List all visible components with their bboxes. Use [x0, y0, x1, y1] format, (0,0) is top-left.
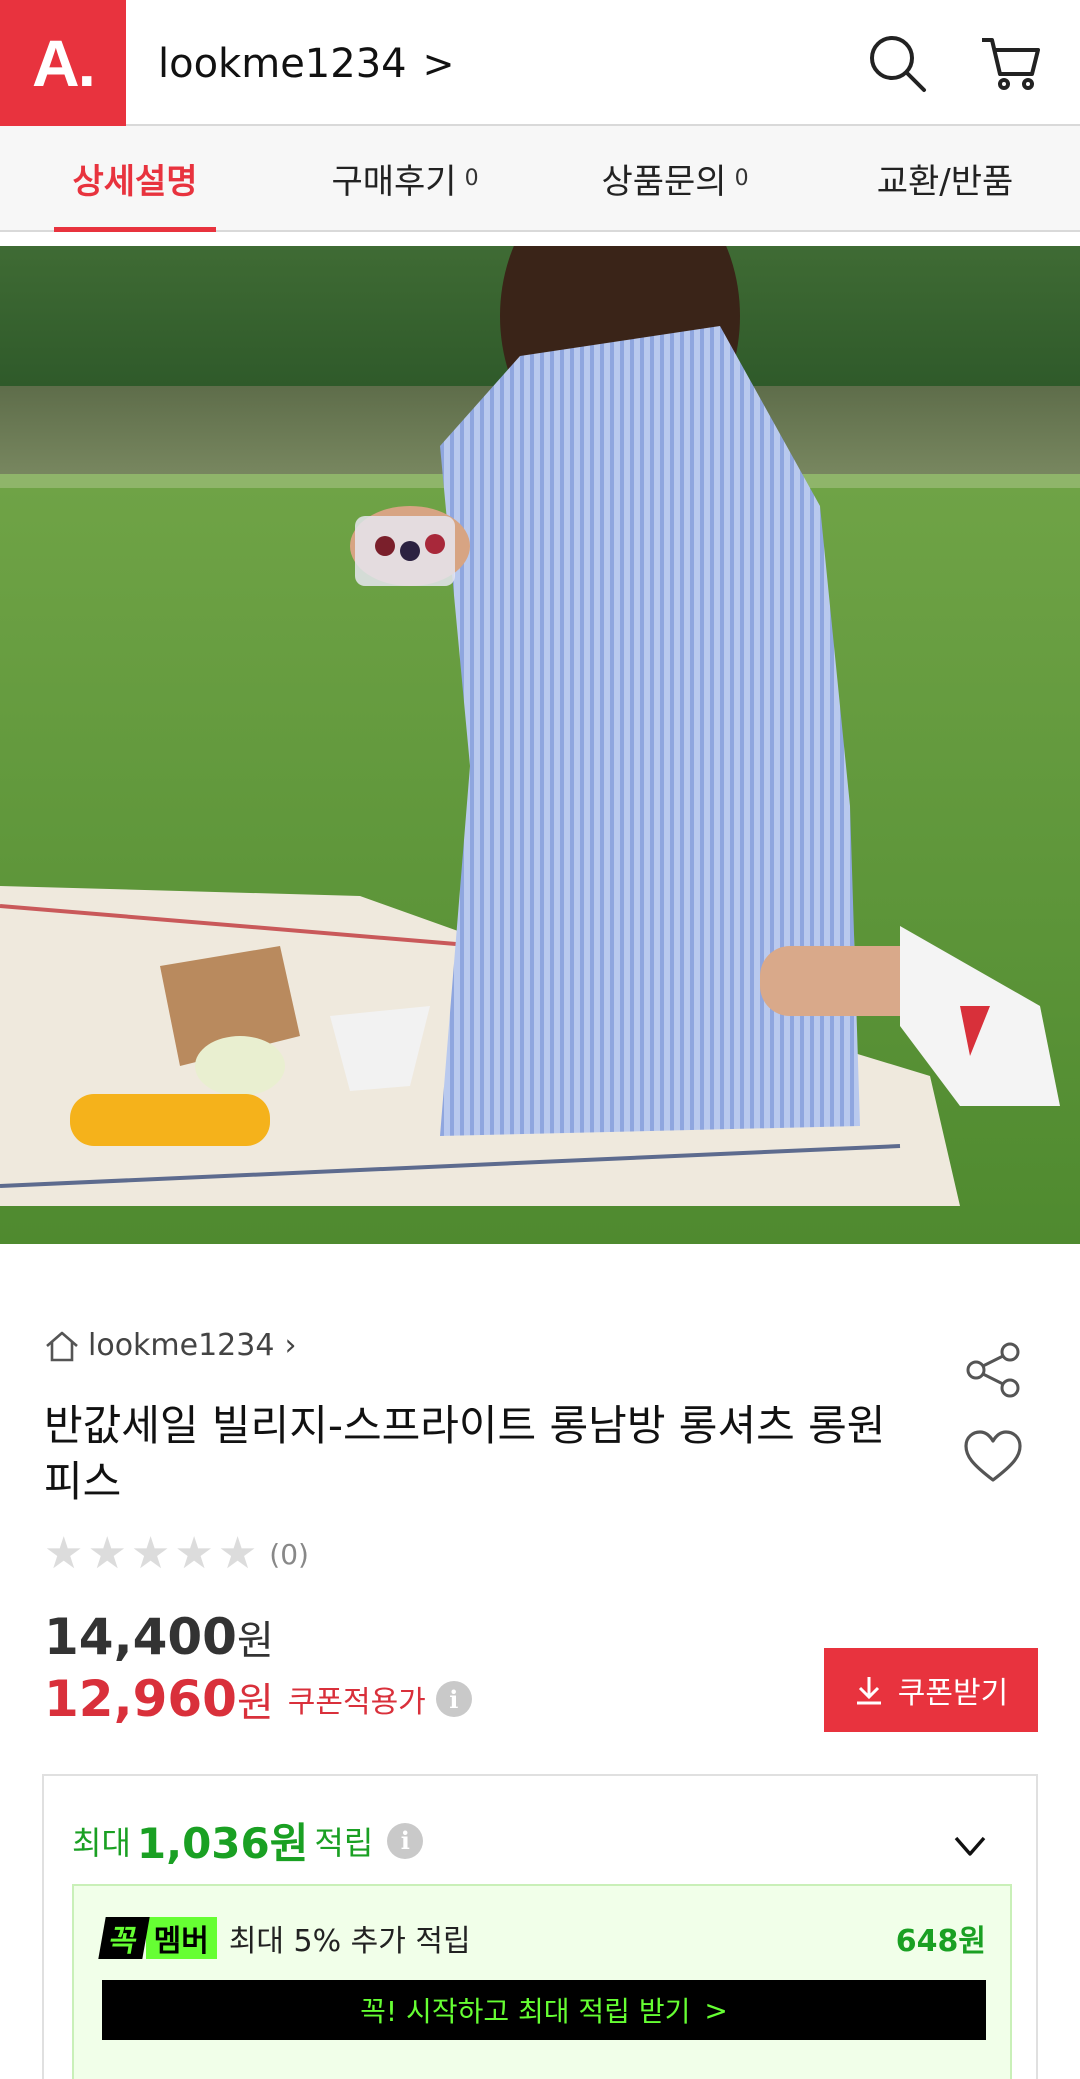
home-icon: [46, 1331, 78, 1361]
heart-icon[interactable]: [962, 1428, 1024, 1486]
product-shop-name: lookme1234: [88, 1328, 275, 1363]
sale-price: 12,960원: [44, 1670, 274, 1728]
member-signup-button[interactable]: 꼭! 시작하고 최대 적립 받기 >: [102, 1980, 986, 2040]
member-text: 최대 5% 추가 적립: [228, 1924, 471, 1959]
tab-reviews-count: 0: [464, 165, 479, 191]
rating-count: (0): [269, 1537, 309, 1571]
member-amount: 648원: [895, 1924, 986, 1959]
chevron-right-icon: >: [422, 42, 455, 86]
max-points-amount: 1,036원: [136, 1819, 309, 1868]
rating[interactable]: ★ ★ ★ ★ ★ (0): [44, 1532, 309, 1576]
cart-icon[interactable]: [978, 30, 1044, 96]
original-price: 14,400원: [44, 1608, 274, 1666]
tab-detail[interactable]: 상세설명: [0, 126, 270, 232]
chevron-right-icon: ›: [284, 1328, 297, 1363]
star-icon: ★: [130, 1528, 171, 1579]
chevron-right-icon: >: [704, 1993, 728, 2027]
tab-exchange-return[interactable]: 교환/반품: [810, 126, 1080, 230]
product-tabs: 상세설명 구매후기 0 상품문의 0 교환/반품: [0, 126, 1080, 232]
points-box: 최대 1,036원 적립 i 꼭 멤버 최대 5% 추가 적립 648원 꼭! …: [42, 1774, 1038, 2079]
app-header: A. lookme1234 >: [0, 0, 1080, 126]
shop-name: lookme1234: [158, 41, 407, 87]
info-icon[interactable]: i: [435, 1681, 472, 1717]
star-icon: ★: [174, 1528, 214, 1579]
product-shop-link[interactable]: lookme1234 ›: [44, 1328, 296, 1363]
star-icon: ★: [217, 1528, 258, 1579]
share-icon[interactable]: [964, 1340, 1024, 1400]
tab-qna-count: 0: [734, 165, 749, 191]
star-icon: ★: [44, 1528, 84, 1579]
member-benefit-box: 꼭 멤버 최대 5% 추가 적립 648원 꼭! 시작하고 최대 적립 받기 >: [72, 1884, 1012, 2079]
sale-price-row: 12,960원 쿠폰적용가 i: [44, 1670, 472, 1728]
max-points-row: 최대 1,036원 적립 i: [72, 1810, 424, 1871]
chevron-down-icon[interactable]: [950, 1826, 990, 1866]
member-badge: 꼭 멤버: [98, 1917, 217, 1959]
download-icon: [856, 1677, 881, 1705]
tab-reviews[interactable]: 구매후기 0: [270, 126, 540, 230]
member-row: 꼭 멤버 최대 5% 추가 적립 648원: [98, 1916, 986, 1960]
coupon-download-button[interactable]: 쿠폰받기: [824, 1648, 1038, 1732]
product-title: 반값세일 빌리지-스프라이트 롱남방 롱셔츠 롱원피스: [44, 1401, 886, 1506]
shop-link[interactable]: lookme1234 >: [158, 36, 454, 92]
brand-logo[interactable]: A.: [0, 0, 126, 126]
coupon-price-label: 쿠폰적용가: [287, 1685, 426, 1720]
search-icon[interactable]: [864, 30, 930, 96]
product-image[interactable]: [0, 246, 1080, 1244]
info-icon[interactable]: i: [387, 1822, 424, 1859]
star-icon: ★: [87, 1528, 127, 1579]
tab-qna[interactable]: 상품문의 0: [540, 126, 810, 230]
